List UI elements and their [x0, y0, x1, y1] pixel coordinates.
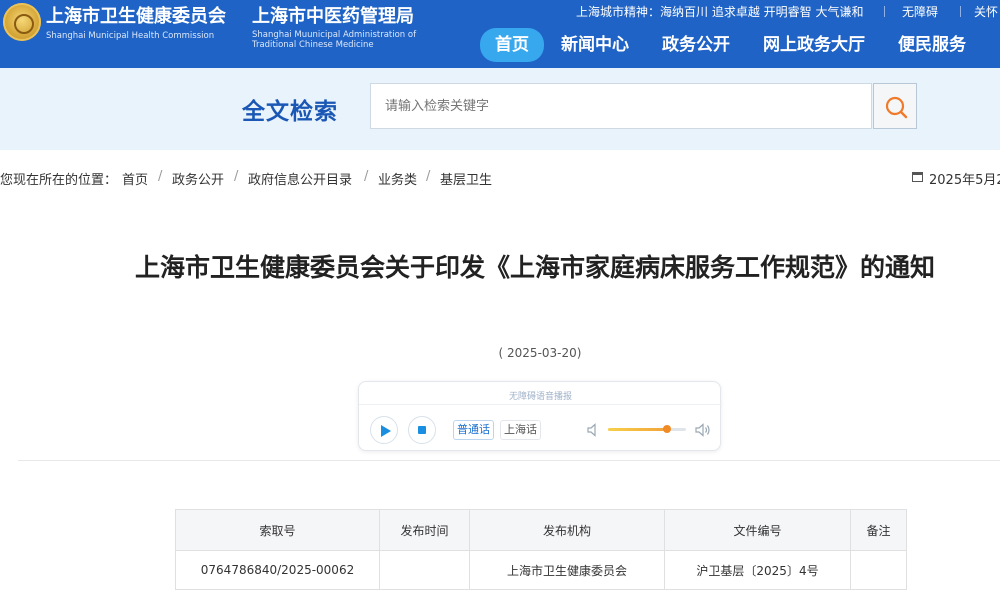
org-logo-tcm-admin[interactable]: 上海市中医药管理局 Shanghai Muunicipal Administra…: [252, 6, 452, 50]
org2-english-line2: Traditional Chinese Medicine: [252, 40, 374, 50]
play-button[interactable]: [370, 416, 398, 444]
breadcrumb: 您现在所在的位置： 首页 / 政务公开 / 政府信息公开目录 / 业务类 / 基…: [0, 163, 1000, 193]
stop-button[interactable]: [408, 416, 436, 444]
table-row: 0764786840/2025-00062 上海市卫生健康委员会 沪卫基层〔20…: [175, 550, 907, 590]
search-icon: [885, 96, 908, 119]
org2-english-line1: Shanghai Muunicipal Administration of: [252, 30, 417, 40]
cell-publishing-agency: 上海市卫生健康委员会: [469, 550, 665, 590]
calendar-icon: [912, 172, 923, 182]
cell-document-number: 沪卫基层〔2025〕4号: [664, 550, 851, 590]
breadcrumb-prefix: 您现在所在的位置：: [0, 173, 118, 188]
care-mode-link[interactable]: 关怀: [974, 3, 998, 20]
accessibility-link[interactable]: 无障碍: [902, 3, 938, 20]
player-divider: [359, 404, 722, 405]
breadcrumb-home[interactable]: 首页: [122, 169, 148, 188]
nav-government-affairs[interactable]: 政务公开: [662, 28, 730, 62]
article-publish-date: ( 2025-03-20): [498, 346, 582, 360]
emblem-icon[interactable]: [3, 3, 41, 41]
table-header-row: 索取号 发布时间 发布机构 文件编号 备注: [175, 509, 907, 551]
nav-public-services[interactable]: 便民服务: [898, 28, 966, 62]
article-title: 上海市卫生健康委员会关于印发《上海市家庭病床服务工作规范》的通知: [134, 253, 935, 282]
top-links: 上海城市精神：海纳百川 追求卓越 开明睿智 大气谦和 无障碍 关怀: [576, 3, 1000, 19]
header-remarks: 备注: [850, 509, 907, 551]
player-caption: 无障碍语音播报: [508, 392, 572, 402]
breadcrumb-business[interactable]: 业务类: [378, 169, 417, 188]
org1-name: 上海市卫生健康委员会: [46, 6, 226, 27]
breadcrumb-info-catalog[interactable]: 政府信息公开目录: [248, 169, 352, 188]
cell-index-number: 0764786840/2025-00062: [175, 550, 380, 590]
search-band: 全文检索: [0, 68, 1000, 150]
site-header: 上海市卫生健康委员会 Shanghai Municipal Health Com…: [0, 0, 1000, 68]
volume-slider-handle[interactable]: [662, 425, 671, 433]
search-title: 全文检索: [242, 99, 338, 125]
top-link-divider: [960, 6, 961, 17]
search-input[interactable]: [370, 83, 872, 129]
breadcrumb-separator: /: [364, 169, 369, 184]
org2-name: 上海市中医药管理局: [252, 6, 414, 27]
search-button[interactable]: [873, 83, 917, 129]
lang-shanghainese-button[interactable]: 上海话: [500, 420, 541, 440]
nav-online-service-hall[interactable]: 网上政务大厅: [763, 28, 865, 62]
nav-home[interactable]: 首页: [480, 28, 544, 62]
breadcrumb-separator: /: [426, 169, 431, 184]
header-publish-time: 发布时间: [379, 509, 470, 551]
cell-publish-time: [379, 550, 470, 590]
stop-icon: [418, 426, 426, 434]
top-link-divider: [884, 6, 885, 17]
lang-mandarin-button[interactable]: 普通话: [453, 420, 494, 440]
org-logo-health-commission[interactable]: 上海市卫生健康委员会 Shanghai Municipal Health Com…: [46, 6, 246, 41]
header-publishing-agency: 发布机构: [469, 509, 665, 551]
breadcrumb-primary-health[interactable]: 基层卫生: [440, 169, 492, 188]
section-divider: [18, 460, 1000, 461]
nav-news-center[interactable]: 新闻中心: [561, 28, 629, 62]
document-info-table: 索取号 发布时间 发布机构 文件编号 备注 0764786840/2025-00…: [175, 509, 907, 590]
volume-slider-fill: [608, 428, 667, 431]
volume-high-icon[interactable]: [695, 423, 711, 437]
breadcrumb-separator: /: [158, 169, 163, 184]
breadcrumb-government-affairs[interactable]: 政务公开: [172, 169, 224, 188]
play-icon: [381, 425, 391, 437]
header-document-number: 文件编号: [664, 509, 851, 551]
audio-player: 无障碍语音播报 普通话 上海话: [358, 381, 722, 451]
page-date-text: 2025年5月2: [929, 173, 1000, 188]
header-index-number: 索取号: [175, 509, 380, 551]
breadcrumb-separator: /: [234, 169, 239, 184]
cell-remarks: [850, 550, 907, 590]
volume-low-icon[interactable]: [587, 423, 599, 437]
city-spirit-slogan: 上海城市精神：海纳百川 追求卓越 开明睿智 大气谦和: [576, 5, 864, 19]
org1-english-name: Shanghai Municipal Health Commission: [46, 31, 215, 41]
